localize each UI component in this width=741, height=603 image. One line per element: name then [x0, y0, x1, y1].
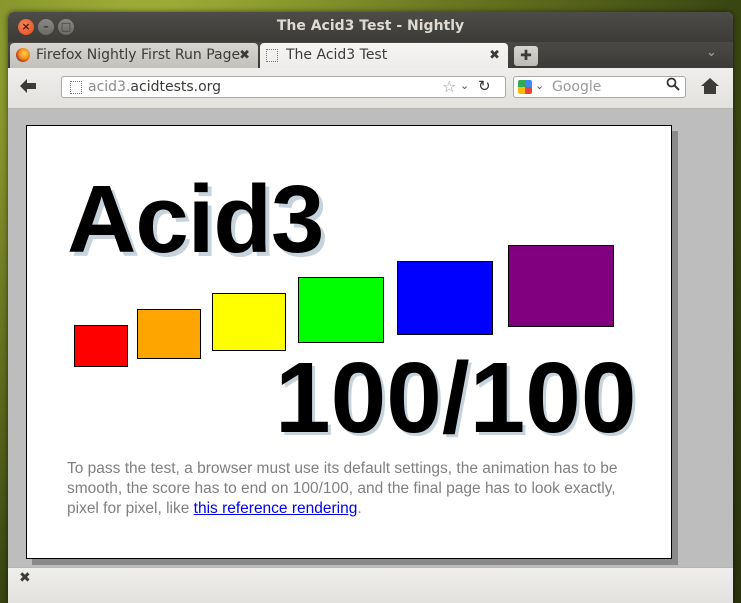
home-icon	[701, 78, 719, 94]
tab-label: Firefox Nightly First Run Page	[36, 47, 241, 63]
green-box	[298, 277, 384, 343]
site-identity-icon[interactable]	[70, 81, 82, 94]
search-input[interactable]: Google	[552, 79, 601, 95]
google-engine-icon[interactable]	[518, 80, 532, 94]
orange-box	[137, 309, 201, 359]
bookmark-star-icon[interactable]: ☆	[442, 77, 456, 96]
browser-window: × – □ The Acid3 Test - Nightly Firefox N…	[8, 12, 733, 603]
status-close-icon[interactable]: ✖	[19, 570, 31, 586]
tab-bar: Firefox Nightly First Run Page ✖ The Aci…	[8, 42, 733, 68]
tab-acid3-test[interactable]: The Acid3 Test ✖	[260, 43, 508, 68]
tab-label: The Acid3 Test	[286, 47, 388, 63]
tab-close-icon[interactable]: ✖	[489, 43, 500, 68]
test-description: To pass the test, a browser must use its…	[67, 459, 642, 519]
status-bar: ✖	[8, 567, 733, 603]
back-arrow-icon	[20, 79, 36, 93]
acid3-page: Acid3 100/100 To pass the test, a browse…	[26, 125, 672, 559]
title-bar: × – □ The Acid3 Test - Nightly	[8, 12, 733, 42]
url-subdomain: acid3.	[88, 79, 131, 95]
purple-box	[508, 245, 614, 327]
search-engine-dropdown-icon[interactable]: ⌄	[535, 79, 544, 92]
home-button[interactable]	[701, 78, 719, 94]
reference-rendering-link[interactable]: this reference rendering	[194, 500, 358, 517]
red-box	[74, 325, 128, 367]
reload-icon[interactable]: ↻	[478, 77, 491, 95]
url-history-dropdown-icon[interactable]: ⌄	[460, 79, 469, 92]
blue-box	[397, 261, 493, 335]
search-icon[interactable]	[666, 77, 680, 95]
description-end: .	[357, 500, 362, 517]
tab-firefox-first-run[interactable]: Firefox Nightly First Run Page ✖	[10, 43, 258, 68]
url-bar[interactable]: acid3.acidtests.org ☆ ⌄ ↻	[61, 76, 506, 98]
url-domain: acidtests.org	[130, 79, 222, 95]
page-title: Acid3	[67, 166, 324, 273]
back-button[interactable]	[20, 78, 36, 97]
url-text[interactable]: acid3.acidtests.org	[88, 79, 221, 95]
search-bar[interactable]: ⌄ Google	[513, 76, 686, 98]
window-title: The Acid3 Test - Nightly	[276, 18, 465, 34]
new-tab-button[interactable]: ✚	[514, 46, 538, 66]
magnifier-icon	[666, 77, 680, 91]
score-display: 100/100	[275, 342, 637, 454]
tab-close-icon[interactable]: ✖	[239, 43, 250, 68]
content-area: Acid3 100/100 To pass the test, a browse…	[8, 109, 733, 567]
tab-list-chevron-icon[interactable]: ⌄	[706, 45, 717, 60]
navigation-toolbar: acid3.acidtests.org ☆ ⌄ ↻ ⌄ Google	[8, 68, 733, 109]
page-icon	[266, 49, 278, 62]
firefox-icon	[16, 48, 30, 62]
